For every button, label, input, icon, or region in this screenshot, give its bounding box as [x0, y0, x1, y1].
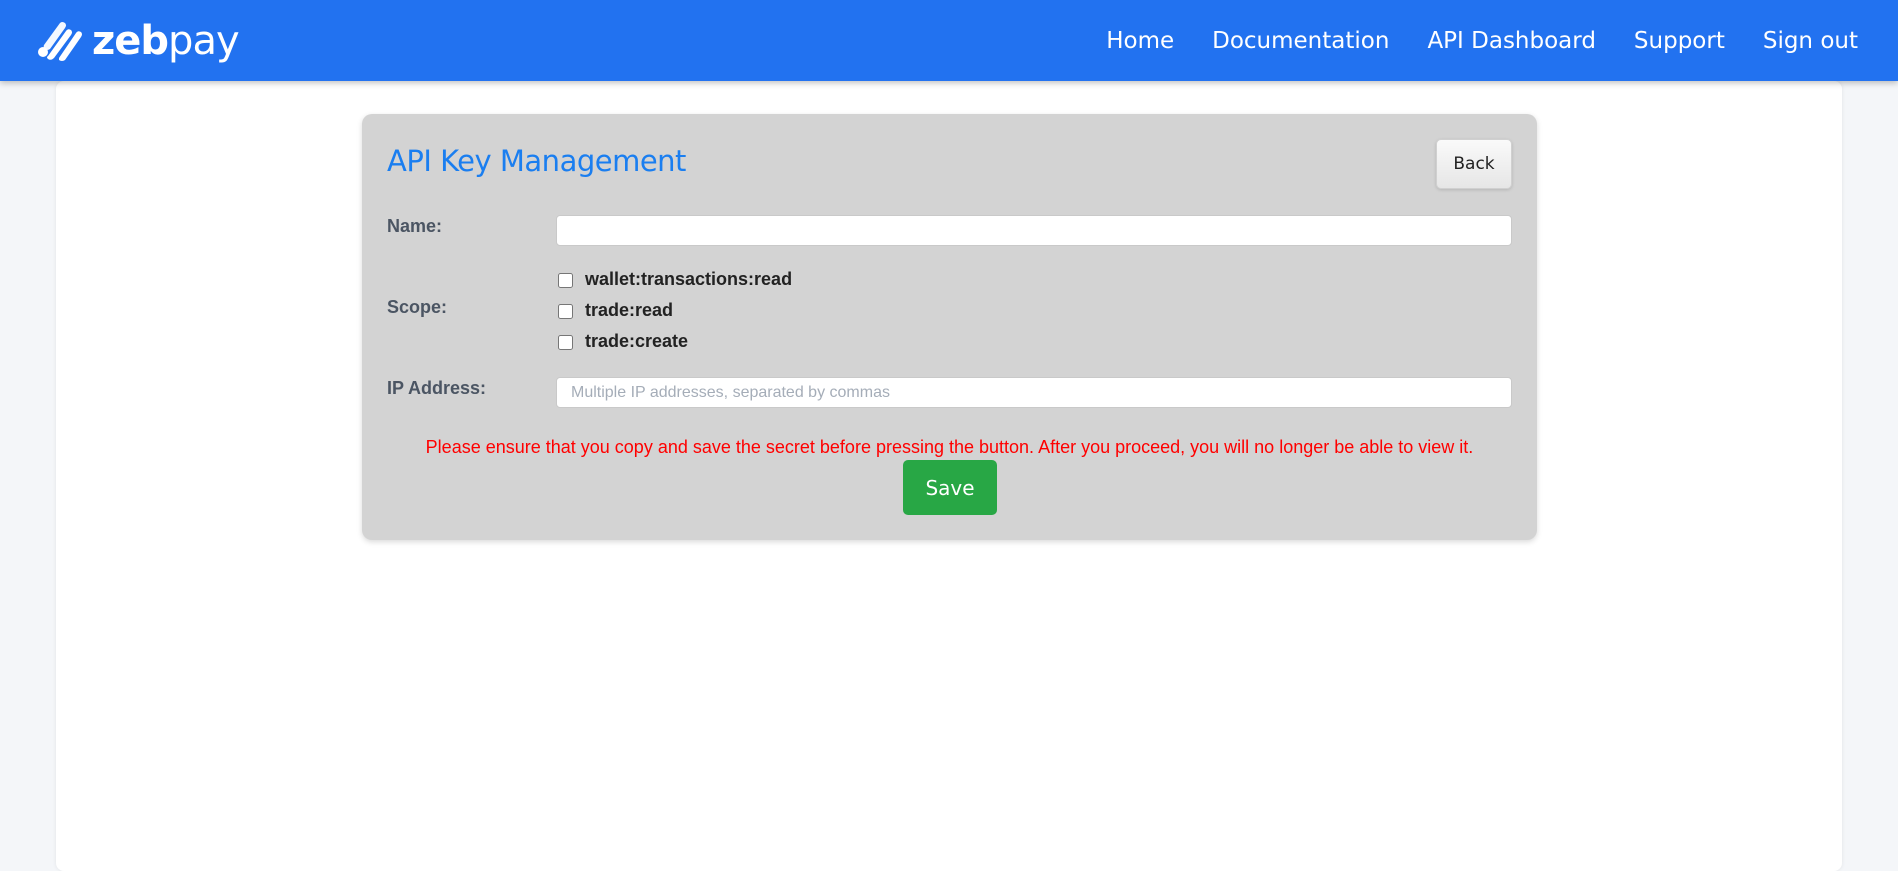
ip-address-label: IP Address:	[387, 378, 487, 398]
ip-address-input[interactable]	[556, 377, 1512, 408]
scope-label-trade-read: trade:read	[585, 300, 674, 320]
save-button[interactable]: Save	[903, 460, 997, 515]
scope-item-trade-read[interactable]: trade:read	[556, 295, 792, 326]
nav-support-link[interactable]: Support	[1634, 28, 1725, 54]
scope-checkbox-trade-read[interactable]	[558, 304, 573, 319]
brand-wordmark: zebpay	[92, 18, 240, 64]
zebpay-stripes-icon	[38, 22, 82, 61]
nav-documentation-link[interactable]: Documentation	[1212, 28, 1389, 54]
nav-api-dashboard-link[interactable]: API Dashboard	[1427, 28, 1595, 54]
scope-checkbox-wallet-transactions-read[interactable]	[558, 273, 573, 288]
zebpay-logo[interactable]: zebpay	[36, 18, 240, 64]
scope-checkbox-trade-create[interactable]	[558, 335, 573, 350]
scope-label: Scope:	[387, 297, 448, 317]
api-key-management-card: API Key Management Back Name: Scope: wal…	[362, 114, 1537, 540]
scope-label-trade-create: trade:create	[585, 331, 689, 351]
scope-label-wallet-transactions-read: wallet:transactions:read	[585, 269, 793, 289]
brand-name-bold: zeb	[92, 18, 169, 64]
nav-links: Home Documentation API Dashboard Support…	[1068, 0, 1858, 81]
back-button[interactable]: Back	[1436, 139, 1512, 189]
brand-name-light: pay	[168, 18, 240, 64]
scope-item-trade-create[interactable]: trade:create	[556, 326, 792, 357]
name-input[interactable]	[556, 215, 1512, 246]
name-label: Name:	[387, 216, 443, 236]
top-navbar: zebpay Home Documentation API Dashboard …	[0, 0, 1898, 81]
nav-home-link[interactable]: Home	[1106, 28, 1174, 54]
scope-list: wallet:transactions:read trade:read trad…	[556, 264, 792, 357]
scope-item-wallet-transactions-read[interactable]: wallet:transactions:read	[556, 264, 792, 295]
page-title: API Key Management	[387, 144, 686, 178]
nav-sign-out-link[interactable]: Sign out	[1763, 28, 1858, 54]
secret-warning-text: Please ensure that you copy and save the…	[425, 437, 1474, 457]
